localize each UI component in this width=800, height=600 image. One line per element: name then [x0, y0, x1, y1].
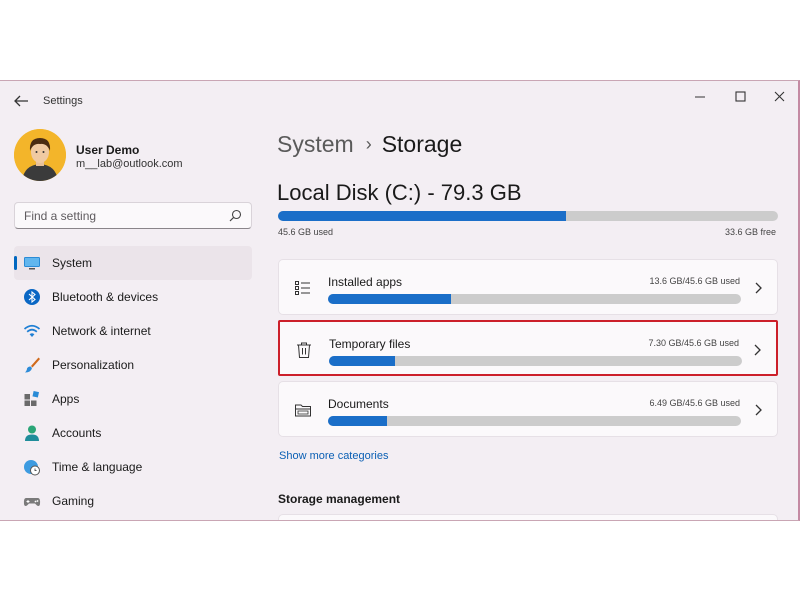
sidebar-item-gaming[interactable]: Gaming — [14, 484, 252, 518]
chevron-right-icon — [754, 344, 761, 356]
sidebar-item-apps[interactable]: Apps — [14, 382, 252, 416]
monitor-icon — [24, 257, 40, 270]
category-size: 6.49 GB/45.6 GB used — [649, 398, 740, 408]
category-usage-bar — [328, 294, 741, 304]
category-size: 13.6 GB/45.6 GB used — [649, 276, 740, 286]
avatar[interactable] — [14, 129, 66, 181]
category-documents[interactable]: Documents 6.49 GB/45.6 GB used — [278, 381, 778, 437]
disk-used-label: 45.6 GB used — [278, 227, 334, 237]
breadcrumb: System › Storage — [277, 131, 462, 158]
category-usage-fill — [328, 294, 452, 304]
chevron-right-icon — [755, 404, 762, 416]
brush-icon — [25, 357, 40, 373]
storage-management-card[interactable] — [278, 514, 778, 520]
sidebar-item-bluetooth[interactable]: Bluetooth & devices — [14, 280, 252, 314]
sidebar-item-label: Bluetooth & devices — [52, 290, 159, 304]
disk-usage-bar — [278, 211, 778, 221]
page-title: Storage — [381, 131, 463, 157]
sidebar-item-label: Gaming — [52, 494, 95, 508]
apps-icon — [24, 390, 40, 406]
sidebar-item-system[interactable]: System — [14, 246, 252, 280]
back-arrow-icon[interactable] — [12, 93, 30, 109]
trash-icon — [297, 342, 311, 358]
category-label: Temporary files — [329, 337, 411, 351]
search-box[interactable] — [14, 202, 252, 229]
sidebar-item-accounts[interactable]: Accounts — [14, 416, 252, 450]
sidebar-nav: System Bluetooth & devices Network & int… — [14, 246, 252, 518]
list-icon — [295, 281, 310, 295]
category-label: Installed apps — [328, 275, 403, 289]
settings-window: Settings User Demo m__lab@outlook.com Fi… — [0, 80, 800, 521]
maximize-button[interactable] — [728, 87, 752, 107]
sidebar-item-label: Network & internet — [52, 324, 151, 338]
sidebar-item-label: Apps — [52, 392, 80, 406]
storage-management-heading: Storage management — [278, 492, 401, 506]
chevron-right-icon — [755, 282, 762, 294]
sidebar-item-personalization[interactable]: Personalization — [14, 348, 252, 382]
search-input[interactable] — [15, 203, 225, 228]
minimize-button[interactable] — [688, 87, 712, 107]
app-title: Settings — [43, 95, 83, 107]
breadcrumb-parent[interactable]: System — [277, 131, 354, 157]
avatar-icon — [14, 129, 66, 181]
sidebar-item-time-language[interactable]: Time & language — [14, 450, 252, 484]
user-email: m__lab@outlook.com — [76, 158, 183, 170]
category-temporary-files[interactable]: Temporary files 7.30 GB/45.6 GB used — [278, 320, 778, 376]
category-usage-fill — [328, 416, 387, 426]
bluetooth-icon — [24, 289, 40, 305]
category-size: 7.30 GB/45.6 GB used — [648, 338, 739, 348]
category-usage-bar — [329, 356, 742, 366]
sidebar-item-network[interactable]: Network & internet — [14, 314, 252, 348]
sidebar-item-label: Personalization — [52, 358, 135, 372]
category-label: Documents — [328, 397, 389, 411]
sidebar-item-label: System — [52, 256, 93, 270]
folder-icon — [295, 404, 311, 417]
disk-usage-fill — [278, 211, 566, 221]
search-icon[interactable] — [229, 209, 242, 222]
disk-free-label: 33.6 GB free — [724, 227, 776, 237]
wifi-icon — [23, 324, 41, 337]
disk-title: Local Disk (C:) - 79.3 GB — [277, 180, 522, 205]
gamepad-icon — [23, 498, 41, 506]
show-more-categories-link[interactable]: Show more categories — [279, 450, 388, 462]
sidebar-item-label: Time & language — [52, 460, 143, 474]
category-usage-fill — [329, 356, 396, 366]
sidebar-item-label: Accounts — [52, 426, 102, 440]
user-name: User Demo — [76, 143, 140, 157]
category-installed-apps[interactable]: Installed apps 13.6 GB/45.6 GB used — [278, 259, 778, 315]
globe-clock-icon — [24, 460, 40, 476]
category-usage-bar — [328, 416, 741, 426]
close-button[interactable] — [767, 87, 791, 107]
person-icon — [25, 425, 39, 441]
breadcrumb-separator: › — [365, 134, 372, 154]
